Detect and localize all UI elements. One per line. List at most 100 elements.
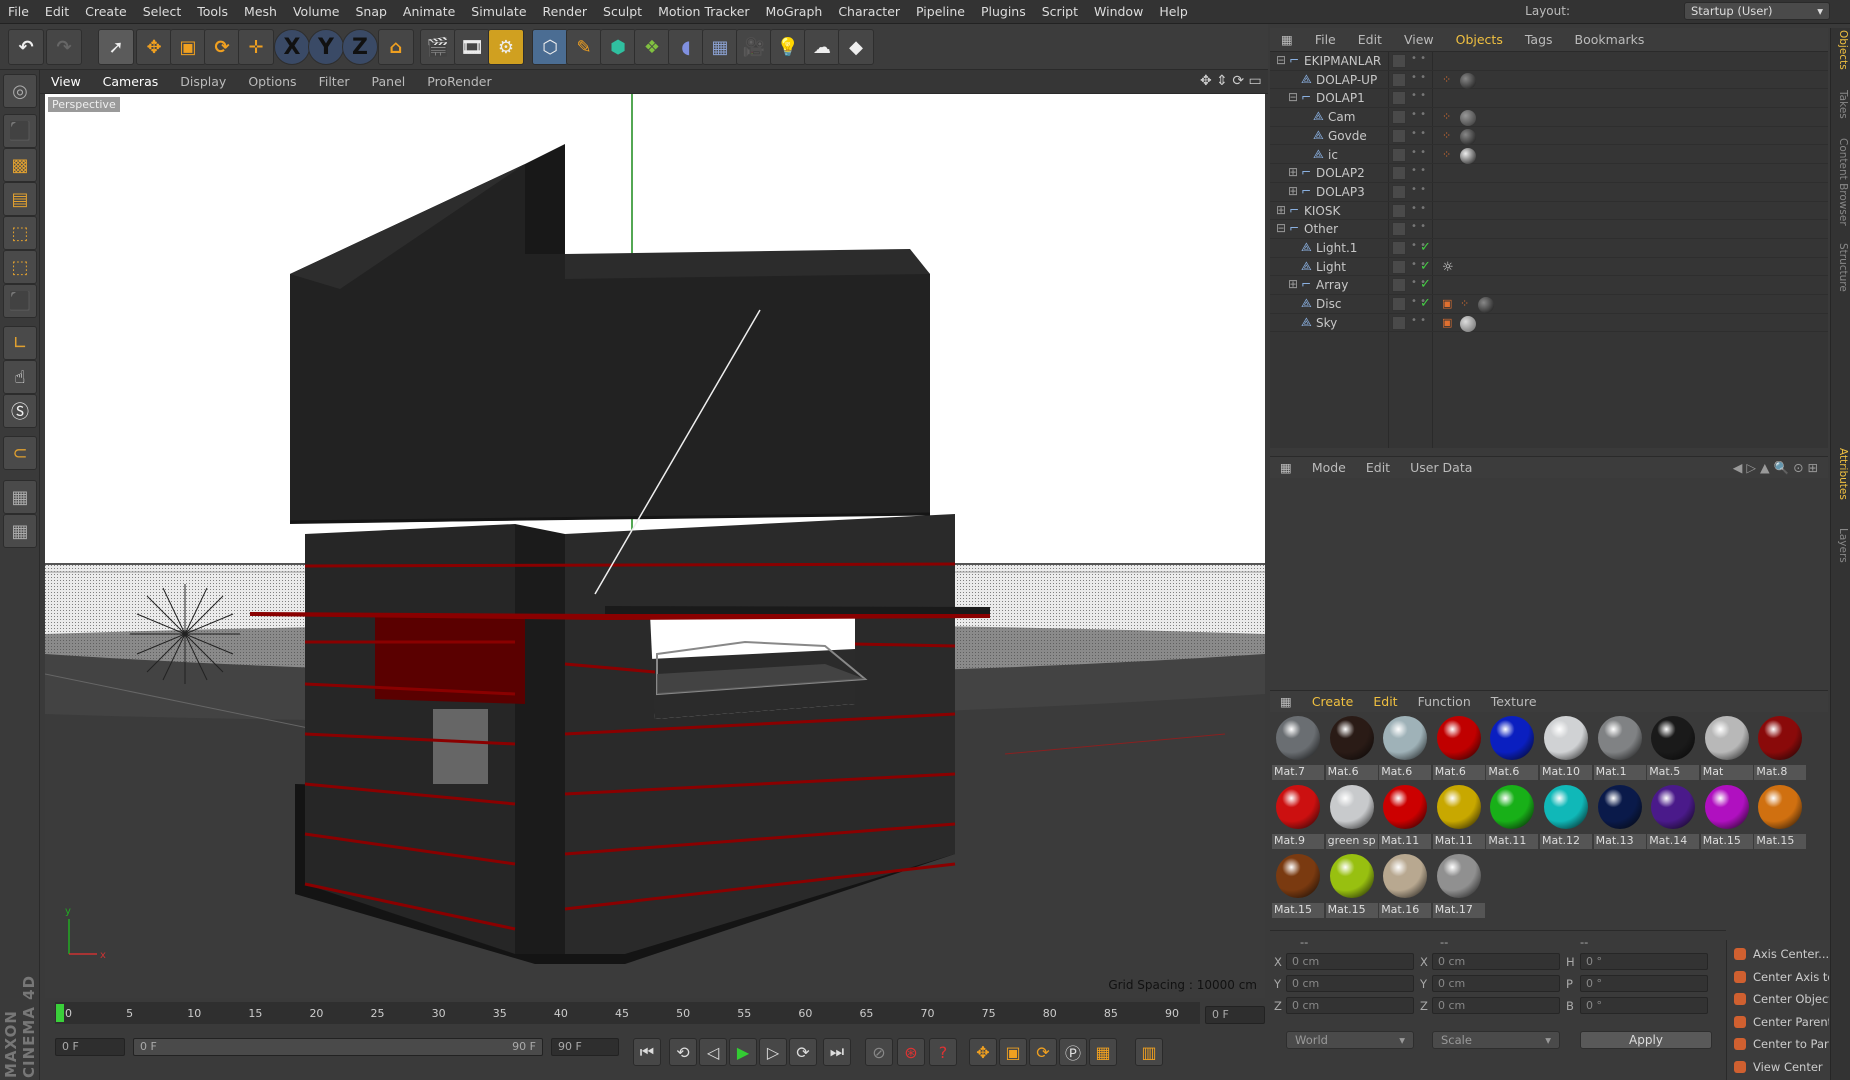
- material-swatch[interactable]: Mat.9: [1272, 783, 1324, 849]
- material-swatch[interactable]: Mat.12: [1540, 783, 1592, 849]
- tweak-mode-icon[interactable]: ☝: [3, 360, 37, 394]
- material-swatch[interactable]: Mat: [1700, 714, 1753, 780]
- key-pla-icon[interactable]: ▦: [1089, 1038, 1117, 1066]
- menu-pipeline[interactable]: Pipeline: [908, 0, 973, 24]
- render-tag-icon[interactable]: ▣: [1442, 316, 1454, 329]
- object-menu-file[interactable]: File: [1304, 32, 1347, 47]
- menu-select[interactable]: Select: [135, 0, 190, 24]
- material-swatch[interactable]: Mat.7: [1272, 714, 1324, 780]
- selection-arrow-icon[interactable]: ➚: [98, 29, 134, 65]
- playhead[interactable]: [56, 1004, 64, 1022]
- editor-render-dots-icon[interactable]: • •: [1411, 147, 1426, 157]
- side-tab-content-browser[interactable]: Content Browser: [1833, 138, 1849, 226]
- key-rotation-icon[interactable]: ⟳: [1029, 1038, 1057, 1066]
- go-to-end-icon[interactable]: ⏭: [823, 1038, 851, 1066]
- size-y-field[interactable]: 0 cm: [1432, 975, 1560, 992]
- render-picture-viewer-icon[interactable]: 🎞: [454, 29, 490, 65]
- object-row[interactable]: ⟁ Light.1 • • ✓: [1270, 239, 1828, 258]
- viewport-navigation-icons[interactable]: ✥ ⇕ ⟳ ▭: [1200, 73, 1262, 89]
- layer-visibility-icon[interactable]: [1392, 91, 1406, 106]
- editor-render-dots-icon[interactable]: • •: [1411, 222, 1426, 232]
- planar-workplane-icon[interactable]: ▦: [3, 514, 37, 548]
- editor-render-dots-icon[interactable]: • •: [1411, 128, 1426, 138]
- collapse-icon[interactable]: ⊟: [1288, 90, 1298, 104]
- viewport-menu-panel[interactable]: Panel: [361, 74, 417, 89]
- make-editable-icon[interactable]: ◎: [3, 74, 37, 108]
- material-swatch[interactable]: green sp: [1325, 783, 1378, 849]
- menu-script[interactable]: Script: [1034, 0, 1086, 24]
- material-swatch[interactable]: Mat.17: [1432, 852, 1485, 918]
- material-swatch[interactable]: Mat.6: [1325, 714, 1378, 780]
- object-row[interactable]: ⟁ Govde • • ⁘: [1270, 127, 1828, 146]
- next-frame-icon[interactable]: ▷: [759, 1038, 787, 1066]
- viewport-menu-display[interactable]: Display: [169, 74, 237, 89]
- menu-edit[interactable]: Edit: [37, 0, 77, 24]
- material-tag-icon[interactable]: [1460, 72, 1476, 89]
- axis-command-item[interactable]: Center Axis to: [1731, 967, 1829, 987]
- polygons-mode-icon[interactable]: ⬛: [3, 284, 37, 318]
- material-swatch[interactable]: Mat.14: [1647, 783, 1700, 849]
- recent-tool-icon[interactable]: ✛: [238, 29, 274, 65]
- texture-tag-icon[interactable]: ⁘: [1442, 148, 1454, 161]
- go-to-start-icon[interactable]: ⏮: [633, 1038, 661, 1066]
- render-settings-icon[interactable]: ⚙: [488, 29, 524, 65]
- play-icon[interactable]: ▶: [729, 1038, 757, 1066]
- editor-render-dots-icon[interactable]: • •: [1411, 315, 1426, 325]
- key-parameter-icon[interactable]: Ⓟ: [1059, 1038, 1087, 1066]
- viewport-menu-view[interactable]: View: [40, 74, 92, 89]
- object-row[interactable]: ⟁ DOLAP-UP • • ⁘: [1270, 71, 1828, 90]
- menu-sculpt[interactable]: Sculpt: [595, 0, 650, 24]
- size-mode-select[interactable]: Scale ▾: [1432, 1031, 1560, 1049]
- layer-visibility-icon[interactable]: [1392, 222, 1406, 237]
- menu-simulate[interactable]: Simulate: [463, 0, 534, 24]
- rot-p-field[interactable]: 0 °: [1580, 975, 1708, 992]
- magnet-icon[interactable]: ⊂: [3, 436, 37, 470]
- object-row[interactable]: ⊟ ⌐ DOLAP1 • •: [1270, 89, 1828, 109]
- material-menu-edit[interactable]: Edit: [1363, 694, 1407, 709]
- axis-mode-icon[interactable]: ∟: [3, 326, 37, 360]
- editor-render-dots-icon[interactable]: • •: [1411, 184, 1426, 194]
- viewport-menu-filter[interactable]: Filter: [308, 74, 361, 89]
- next-key-icon[interactable]: ⟳: [789, 1038, 817, 1066]
- editor-render-dots-icon[interactable]: • •: [1411, 54, 1426, 64]
- material-swatch[interactable]: Mat.11: [1486, 783, 1539, 849]
- material-tag-icon[interactable]: [1478, 297, 1494, 314]
- material-swatch[interactable]: Mat.11: [1379, 783, 1432, 849]
- viewport-menu-prorender[interactable]: ProRender: [416, 74, 502, 89]
- size-x-field[interactable]: 0 cm: [1432, 953, 1560, 970]
- expand-icon[interactable]: ⊞: [1276, 203, 1286, 217]
- enabled-check-icon[interactable]: ✓: [1420, 259, 1431, 274]
- texture-mode-icon[interactable]: ▩: [3, 148, 37, 182]
- attributes-menu-user-data[interactable]: User Data: [1400, 460, 1482, 475]
- material-swatch[interactable]: Mat.16: [1379, 852, 1432, 918]
- enabled-check-icon[interactable]: ✓: [1420, 296, 1431, 311]
- menu-volume[interactable]: Volume: [285, 0, 348, 24]
- model-mode-icon[interactable]: ⬛: [3, 114, 37, 148]
- move-icon[interactable]: ✥: [136, 29, 172, 65]
- sun-tag-icon[interactable]: ☼: [1442, 260, 1454, 275]
- edges-mode-icon[interactable]: ⬚: [3, 250, 37, 284]
- size-z-field[interactable]: 0 cm: [1432, 997, 1560, 1014]
- object-menu-bookmarks[interactable]: Bookmarks: [1564, 32, 1656, 47]
- axis-command-item[interactable]: Axis Center...: [1731, 944, 1829, 964]
- frame-range-slider[interactable]: 0 F 90 F: [133, 1038, 543, 1056]
- menu-render[interactable]: Render: [535, 0, 596, 24]
- object-row[interactable]: ⟁ Sky • • ▣: [1270, 314, 1828, 333]
- attributes-nav-icons[interactable]: ◀ ▷ ▲ 🔍 ⊙ ⊞: [1723, 460, 1828, 476]
- material-swatch[interactable]: Mat.6: [1486, 714, 1539, 780]
- snap-icon[interactable]: Ⓢ: [3, 394, 37, 428]
- material-swatch[interactable]: Mat.6: [1379, 714, 1432, 780]
- material-swatch[interactable]: Mat.15: [1754, 783, 1807, 849]
- workplane-lock-icon[interactable]: ▦: [3, 480, 37, 514]
- render-tag-icon[interactable]: ▣: [1442, 297, 1454, 310]
- layer-visibility-icon[interactable]: [1392, 72, 1406, 87]
- 3d-viewport[interactable]: y x Perspective Grid Spacing : 10000 cm: [45, 94, 1265, 998]
- layer-visibility-icon[interactable]: [1392, 203, 1406, 218]
- axis-command-item[interactable]: View Center: [1731, 1057, 1829, 1077]
- floor-icon[interactable]: ◆: [838, 29, 874, 65]
- material-tag-icon[interactable]: [1460, 315, 1476, 332]
- material-tag-icon[interactable]: [1460, 147, 1476, 164]
- z-axis-lock-icon[interactable]: Z: [342, 29, 378, 65]
- current-frame-field[interactable]: 0 F: [1205, 1006, 1265, 1024]
- material-tag-icon[interactable]: [1460, 110, 1476, 127]
